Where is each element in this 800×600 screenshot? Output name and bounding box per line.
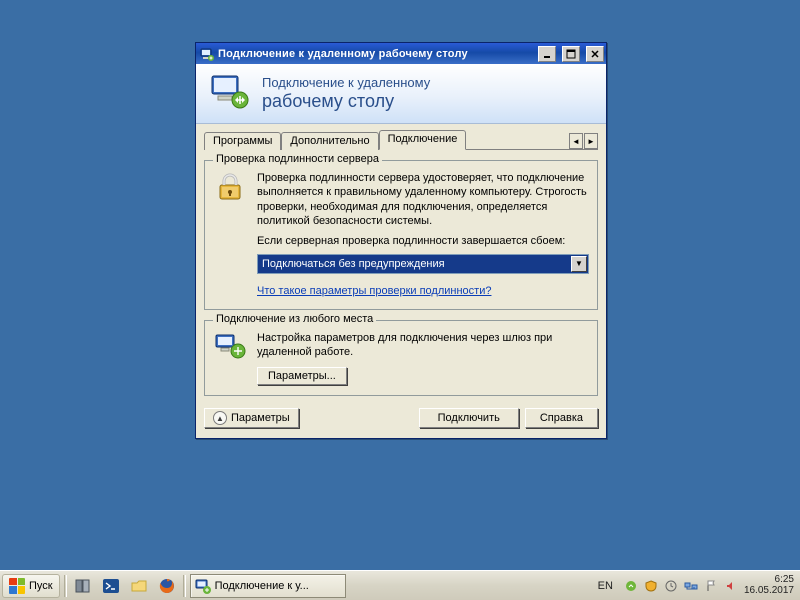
tray-clock-icon[interactable]	[664, 579, 678, 593]
minimize-button[interactable]	[538, 46, 556, 62]
maximize-button[interactable]	[562, 46, 580, 62]
language-indicator[interactable]: EN	[593, 579, 618, 593]
quicklaunch-powershell[interactable]	[99, 574, 123, 598]
tab-connection[interactable]: Подключение	[379, 130, 467, 150]
tray-sound-icon[interactable]	[724, 579, 738, 593]
gateway-icon	[213, 331, 249, 386]
group-anywhere: Подключение из любого места Настройка па…	[204, 320, 598, 397]
window-title: Подключение к удаленному рабочему столу	[218, 48, 532, 60]
taskbar-task-rdp[interactable]: Подключение к у...	[190, 574, 346, 598]
taskbar-clock[interactable]: 6:25 16.05.2017	[744, 575, 794, 596]
windows-logo-icon	[9, 578, 25, 594]
auth-description: Проверка подлинности сервера удостоверяе…	[257, 171, 589, 228]
clock-time: 6:25	[744, 575, 794, 586]
options-toggle-button[interactable]: ▲ Параметры	[204, 408, 299, 428]
tray-shield-icon[interactable]	[644, 579, 658, 593]
banner: Подключение к удаленному рабочему столу	[196, 64, 606, 124]
banner-line-1: Подключение к удаленному	[262, 76, 430, 91]
taskbar: Пуск Подключение к у... EN 6:25 16.05.20…	[0, 570, 800, 600]
group-server-auth: Проверка подлинности сервера Проверка по…	[204, 160, 598, 310]
tab-scroll-right[interactable]: ►	[584, 133, 598, 149]
group-anywhere-title: Подключение из любого места	[213, 313, 376, 325]
system-tray: EN 6:25 16.05.2017	[589, 575, 798, 596]
tab-programs[interactable]: Программы	[204, 132, 281, 150]
banner-line-2: рабочему столу	[262, 91, 430, 112]
rdp-dialog: Подключение к удаленному рабочему столу …	[195, 42, 607, 439]
quicklaunch-firefox[interactable]	[155, 574, 179, 598]
tab-advanced[interactable]: Дополнительно	[281, 132, 378, 150]
auth-prompt: Если серверная проверка подлинности заве…	[257, 234, 589, 248]
banner-text: Подключение к удаленному рабочему столу	[262, 76, 430, 112]
lock-icon	[213, 171, 249, 299]
tab-scroll-left[interactable]: ◄	[569, 133, 583, 149]
anywhere-description: Настройка параметров для подключения чер…	[257, 331, 589, 360]
auth-fail-select-value: Подключаться без предупреждения	[262, 257, 445, 271]
chevron-down-icon[interactable]: ▼	[571, 256, 587, 272]
dialog-footer: ▲ Параметры Подключить Справка	[204, 408, 598, 428]
tray-network-icon[interactable]	[684, 579, 698, 593]
rdp-banner-icon	[208, 72, 252, 115]
taskbar-task-label: Подключение к у...	[215, 580, 309, 592]
tab-row: Программы Дополнительно Подключение ◄ ►	[204, 130, 598, 150]
dialog-body: Программы Дополнительно Подключение ◄ ► …	[196, 124, 606, 438]
close-button[interactable]	[586, 46, 604, 62]
start-label: Пуск	[29, 580, 53, 592]
quicklaunch-explorer[interactable]	[127, 574, 151, 598]
auth-help-link[interactable]: Что такое параметры проверки подлинности…	[257, 284, 491, 298]
separator	[64, 575, 67, 597]
quicklaunch-server-manager[interactable]	[71, 574, 95, 598]
title-bar[interactable]: Подключение к удаленному рабочему столу	[196, 43, 606, 64]
gateway-settings-button[interactable]: Параметры...	[257, 367, 347, 385]
clock-date: 16.05.2017	[744, 586, 794, 597]
tray-safely-remove-icon[interactable]	[624, 579, 638, 593]
connect-button[interactable]: Подключить	[419, 408, 519, 428]
auth-fail-select[interactable]: Подключаться без предупреждения ▼	[257, 254, 589, 274]
start-button[interactable]: Пуск	[2, 574, 60, 598]
app-icon	[200, 47, 214, 61]
group-server-auth-title: Проверка подлинности сервера	[213, 153, 382, 165]
chevron-up-icon: ▲	[213, 411, 227, 425]
separator	[183, 575, 186, 597]
help-button[interactable]: Справка	[525, 408, 598, 428]
tray-flag-icon[interactable]	[704, 579, 718, 593]
options-label: Параметры	[231, 412, 290, 424]
